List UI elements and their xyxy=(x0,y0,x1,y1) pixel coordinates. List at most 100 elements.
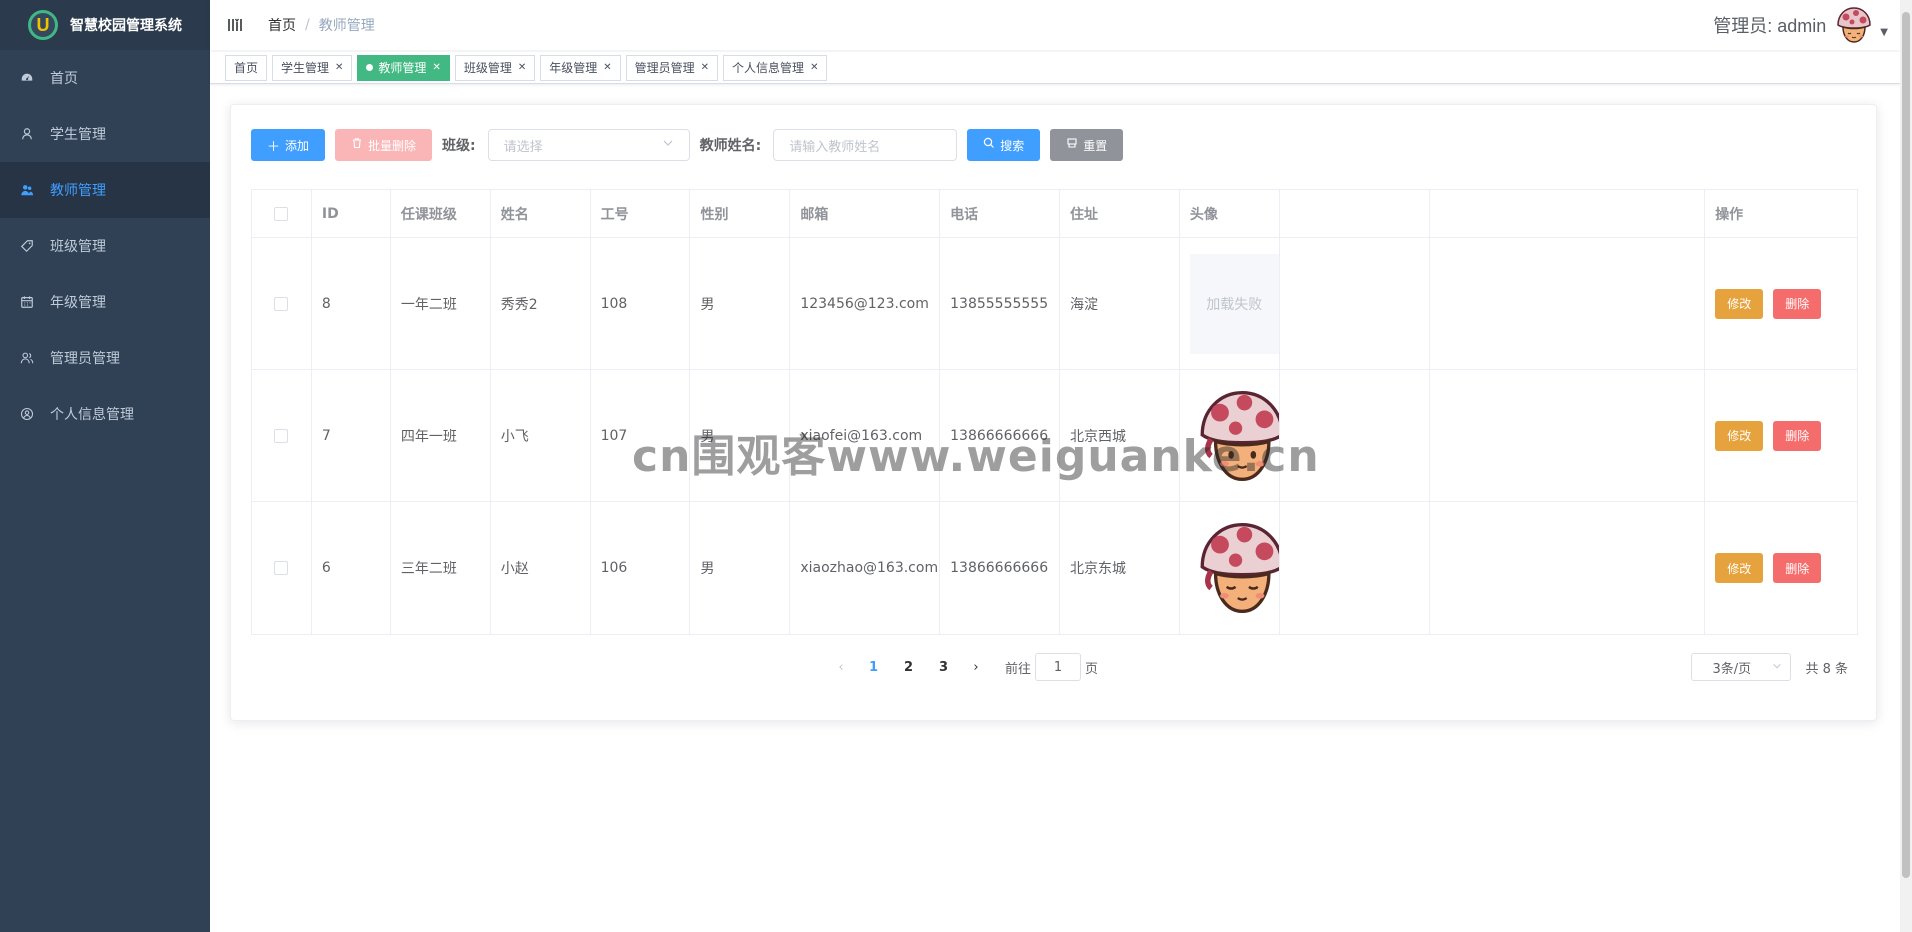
class-select[interactable]: 请选择 xyxy=(487,129,690,161)
cell-class: 一年二班 xyxy=(391,238,491,369)
header-avatar: 头像 xyxy=(1180,190,1280,237)
tag-teachers[interactable]: 教师管理 ✕ xyxy=(357,54,450,81)
avatar[interactable] xyxy=(1834,5,1874,45)
page-number[interactable]: 1 xyxy=(856,660,891,675)
teacher-name-label: 教师姓名: xyxy=(699,138,762,154)
goto-suffix: 页 xyxy=(1085,661,1099,677)
delete-button[interactable]: 删除 xyxy=(1773,553,1822,583)
tag-label: 年级管理 xyxy=(549,60,598,75)
cell-address: 北京东城 xyxy=(1060,502,1180,634)
cell-empty xyxy=(1280,370,1430,501)
sidebar-header[interactable]: U 智慧校园管理系统 xyxy=(0,0,210,50)
sidebar-item-teachers[interactable]: 教师管理 xyxy=(0,162,210,218)
header-address: 住址 xyxy=(1060,190,1180,237)
top-navbar: 首页 / 教师管理 管理员: admin ▼ xyxy=(210,0,1900,50)
goto-prefix: 前往 xyxy=(1005,661,1032,677)
next-page-icon[interactable]: › xyxy=(961,660,991,675)
filter-toolbar: ＋ 添加 批量删除 班级: 请选择 教师姓名: 请输入教师姓名 搜索 重置 xyxy=(251,129,1124,161)
cell-avatar xyxy=(1180,370,1280,501)
close-icon[interactable]: ✕ xyxy=(335,56,343,80)
sidebar-item-label: 首页 xyxy=(50,71,78,87)
sidebar-item-students[interactable]: 学生管理 xyxy=(0,106,210,162)
header-gap xyxy=(1430,190,1705,237)
cell-email: xiaozhao@163.com xyxy=(790,502,941,634)
sidebar: U 智慧校园管理系统 首页 学生管理 教师管理 班级管理 年级管理 管理员管理 … xyxy=(0,0,210,932)
table-row: 6 三年二班 小赵 106 男 xiaozhao@163.com 1386666… xyxy=(252,502,1857,634)
tag-students[interactable]: 学生管理 ✕ xyxy=(272,54,353,81)
tag-home[interactable]: 首页 xyxy=(225,54,268,81)
class-filter-label: 班级: xyxy=(442,138,476,154)
select-all-checkbox[interactable] xyxy=(274,206,289,221)
reset-button-label: 重置 xyxy=(1083,138,1108,153)
header-number: 工号 xyxy=(591,190,691,237)
row-checkbox[interactable] xyxy=(274,561,289,575)
sidebar-item-label: 个人信息管理 xyxy=(50,407,134,423)
edit-button[interactable]: 修改 xyxy=(1715,553,1764,583)
teacher-management-card: ＋添加 批量删除 班级: 请选择 教师姓名: 请输入教师姓名 搜索 重置 ID … xyxy=(230,104,1877,721)
cell-empty xyxy=(1280,502,1430,634)
hamburger-icon[interactable] xyxy=(210,0,260,50)
search-button-label: 搜索 xyxy=(1000,138,1025,153)
page-jumper: 前往 1 页 xyxy=(1005,653,1098,681)
sidebar-item-profile[interactable]: 个人信息管理 xyxy=(0,386,210,442)
row-checkbox[interactable] xyxy=(274,296,289,311)
cell-gender: 男 xyxy=(690,370,791,501)
delete-button[interactable]: 删除 xyxy=(1773,288,1822,319)
dashboard-icon xyxy=(20,71,34,85)
caret-down-icon[interactable]: ▼ xyxy=(1880,27,1888,38)
close-icon[interactable]: ✕ xyxy=(810,56,818,80)
close-icon[interactable]: ✕ xyxy=(603,56,611,80)
row-checkbox[interactable] xyxy=(274,428,289,443)
goto-page-input[interactable]: 1 xyxy=(1035,653,1082,681)
prev-page-icon[interactable]: ‹ xyxy=(826,660,856,675)
edit-button[interactable]: 修改 xyxy=(1715,288,1764,319)
pagination-pager: ‹ 1 2 3 › 前往 1 页 xyxy=(826,653,1098,681)
table-header-row: ID 任课班级 姓名 工号 性别 邮箱 电话 住址 头像 操作 xyxy=(252,190,1857,238)
add-button[interactable]: ＋ 添加 xyxy=(251,129,326,161)
sidebar-item-home[interactable]: 首页 xyxy=(0,50,210,106)
tag-admins[interactable]: 管理员管理 ✕ xyxy=(625,54,719,81)
page-size-select[interactable]: 3条/页 xyxy=(1691,653,1792,681)
delete-button[interactable]: 删除 xyxy=(1773,420,1822,451)
scroll-thumb[interactable] xyxy=(1902,12,1910,878)
cell-address: 北京西城 xyxy=(1060,370,1180,501)
search-button[interactable]: 搜索 xyxy=(967,129,1041,161)
sidebar-menu: 首页 学生管理 教师管理 班级管理 年级管理 管理员管理 个人信息管理 xyxy=(0,50,210,442)
header-class: 任课班级 xyxy=(391,190,491,237)
sidebar-item-label: 学生管理 xyxy=(50,127,106,143)
close-icon[interactable]: ✕ xyxy=(518,56,526,80)
edit-button[interactable]: 修改 xyxy=(1715,420,1764,451)
cell-operations: 修改 删除 xyxy=(1704,370,1857,501)
row-check-cell xyxy=(252,238,312,369)
app-logo: U xyxy=(28,10,58,40)
chevron-down-icon xyxy=(662,137,674,153)
avatar-load-failed: 加载失败 xyxy=(1189,253,1279,354)
sidebar-item-grades[interactable]: 年级管理 xyxy=(0,274,210,330)
page-number[interactable]: 2 xyxy=(891,660,926,675)
tag-profile[interactable]: 个人信息管理 ✕ xyxy=(723,54,828,81)
admin-icon xyxy=(20,351,34,365)
cell-id: 7 xyxy=(312,370,391,501)
user-menu[interactable]: 管理员: admin ▼ xyxy=(1713,0,1888,50)
tags-view: 首页 学生管理 ✕ 教师管理 ✕ 班级管理 ✕ 年级管理 ✕ 管理员管理 ✕ 个人信息管理… xyxy=(210,52,1900,84)
cell-name: 小赵 xyxy=(491,502,591,634)
close-icon[interactable]: ✕ xyxy=(701,56,709,80)
batch-delete-button[interactable]: 批量删除 xyxy=(335,129,433,161)
tag-classes[interactable]: 班级管理 ✕ xyxy=(454,54,536,81)
tag-label: 个人信息管理 xyxy=(732,60,805,75)
scrollbar[interactable] xyxy=(1900,0,1912,932)
sidebar-item-classes[interactable]: 班级管理 xyxy=(0,218,210,274)
reset-button[interactable]: 重置 xyxy=(1050,129,1124,161)
teacher-name-input[interactable]: 请输入教师姓名 xyxy=(773,129,958,161)
pagination-right: 3条/页 共 8 条 xyxy=(1691,653,1848,681)
cell-email: xiaofei@163.com xyxy=(790,370,941,501)
close-icon[interactable]: ✕ xyxy=(432,56,440,80)
tag-label: 管理员管理 xyxy=(634,60,695,75)
row-check-cell xyxy=(252,502,312,634)
breadcrumb-home[interactable]: 首页 xyxy=(268,15,296,35)
sidebar-item-admins[interactable]: 管理员管理 xyxy=(0,330,210,386)
batch-delete-label: 批量删除 xyxy=(368,138,417,153)
cell-name: 秀秀2 xyxy=(491,238,591,369)
page-number[interactable]: 3 xyxy=(926,660,961,675)
tag-grades[interactable]: 年级管理 ✕ xyxy=(540,54,621,81)
